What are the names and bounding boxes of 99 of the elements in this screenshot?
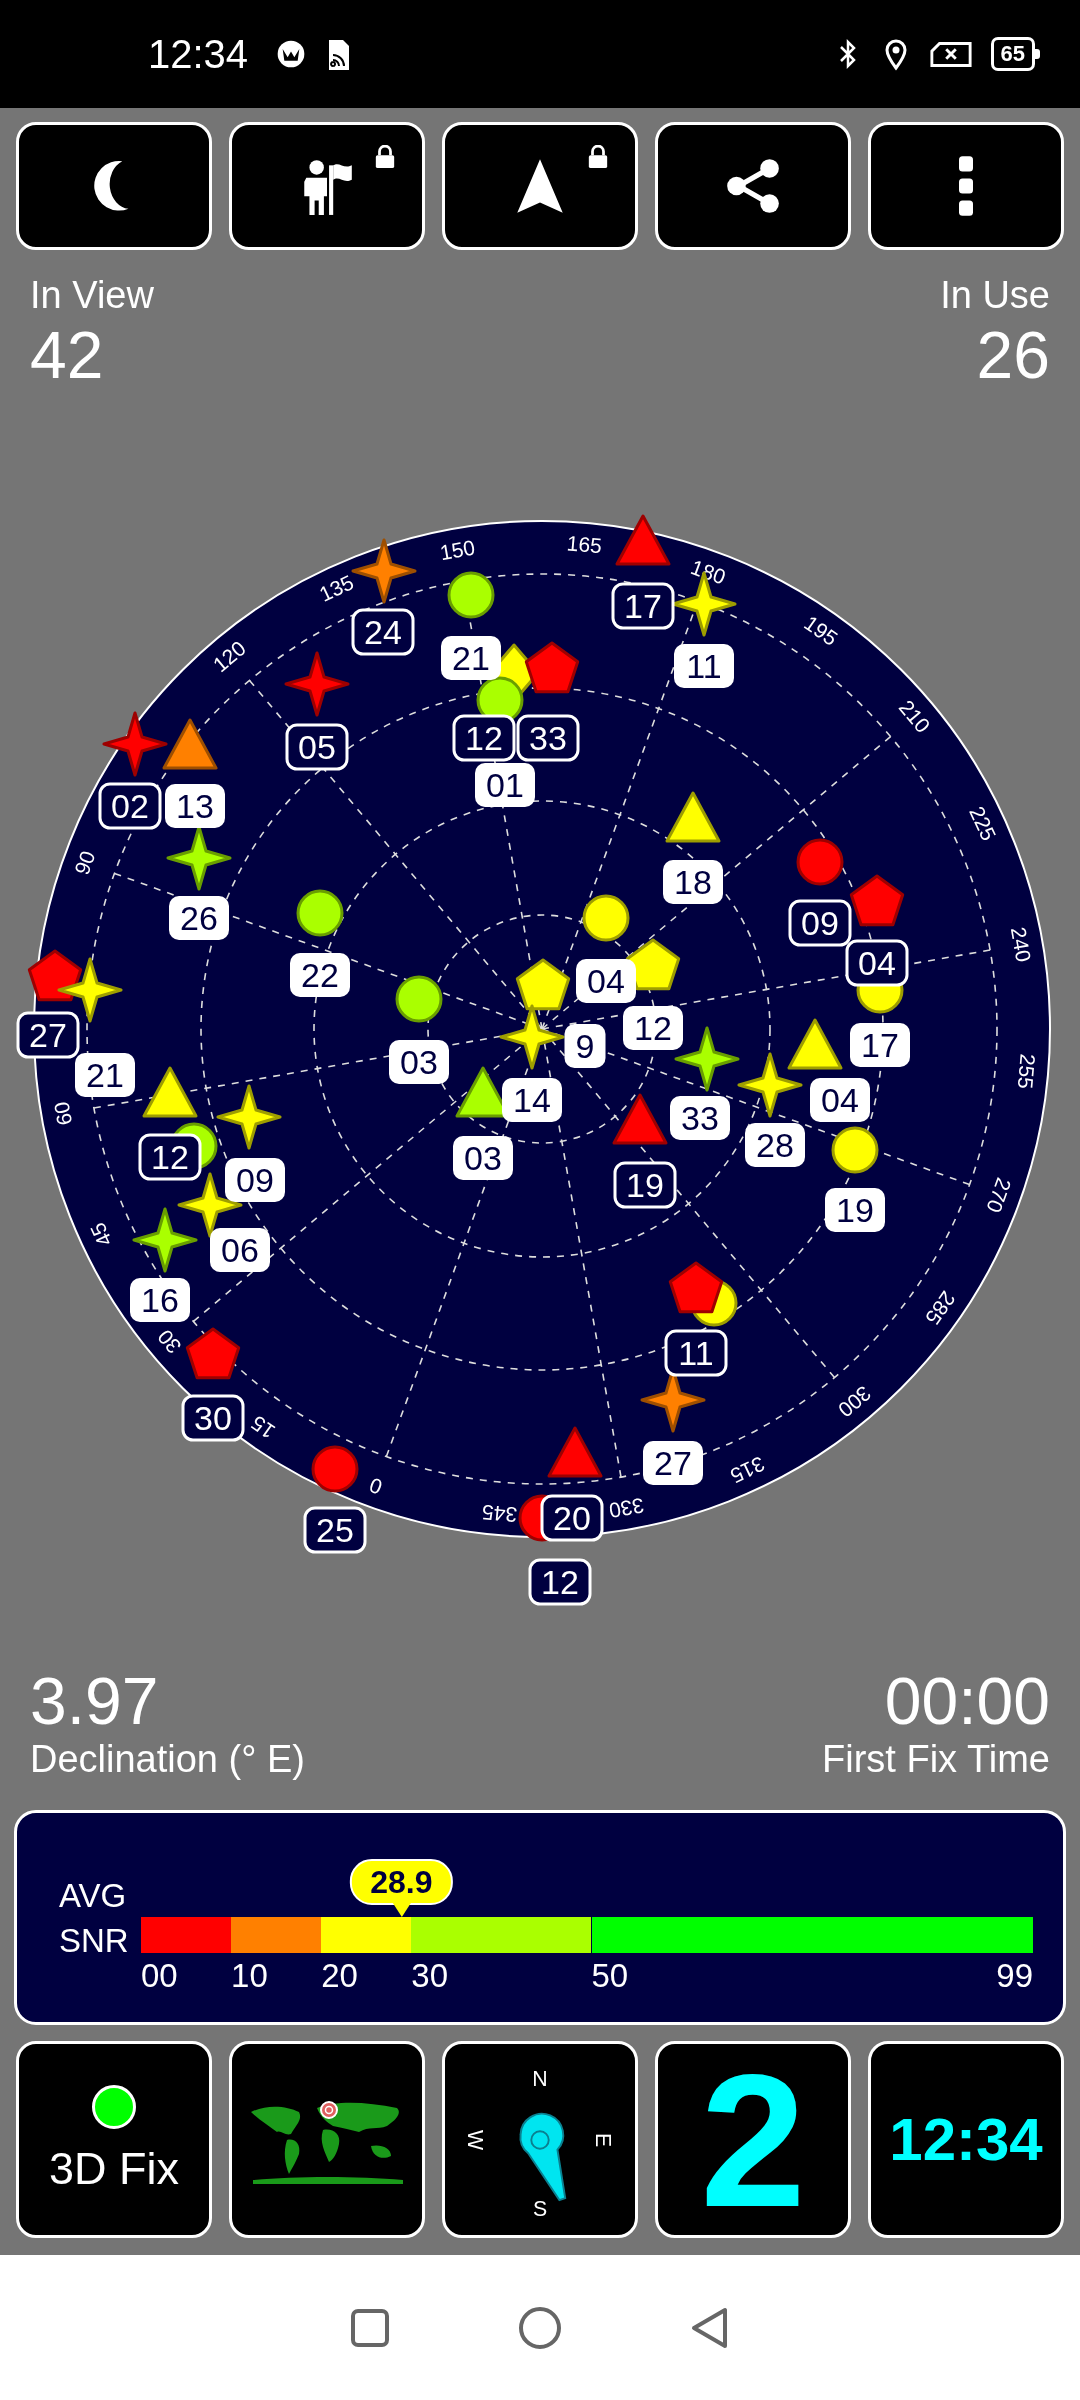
azimuth-label: 345 (481, 1500, 518, 1527)
clock-time: 12:34 (889, 2105, 1043, 2174)
satellite-label: 12 (138, 1133, 202, 1181)
fix-status-tile[interactable]: 3D Fix (16, 2041, 212, 2238)
navigate-button[interactable] (442, 122, 638, 250)
satellite-label: 20 (540, 1494, 604, 1542)
share-button[interactable] (655, 122, 851, 250)
satellite-label: 06 (210, 1228, 270, 1272)
snr-label: SNR (59, 1921, 130, 1961)
satellite-label: 33 (670, 1096, 730, 1140)
azimuth-label: 285 (921, 1287, 960, 1330)
satellite-label: 19 (613, 1161, 677, 1209)
satellite-label: 03 (389, 1040, 449, 1084)
satellite-label: 17 (611, 582, 675, 630)
compass-tile[interactable]: N E S W (442, 2041, 638, 2238)
satellite-label: 21 (75, 1053, 135, 1097)
azimuth-label: 240 (1006, 925, 1036, 964)
azimuth-label: 225 (965, 802, 1001, 845)
satellite-label: 22 (290, 953, 350, 997)
waypoint-button[interactable] (229, 122, 425, 250)
satellite-label: 18 (663, 860, 723, 904)
satellite-label: 09 (788, 899, 852, 947)
snr-value-bubble: 28.9 (350, 1859, 453, 1905)
direction-label: N (532, 2066, 548, 2091)
satellite-label: 05 (285, 723, 349, 771)
clock-tile[interactable]: 12:34 (868, 2041, 1064, 2238)
satellite-label: 28 (745, 1123, 805, 1167)
battery-level: 65 (990, 37, 1035, 71)
satellite-label: 27 (16, 1011, 80, 1059)
satellite-label: 11 (674, 644, 734, 688)
azimuth-label: 195 (800, 611, 842, 650)
number-tile[interactable]: 2 (655, 2041, 851, 2238)
satellite-label: 04 (845, 939, 909, 987)
azimuth-label: 270 (982, 1174, 1016, 1216)
snr-label: AVG (59, 1876, 128, 1916)
satellite-label: 24 (351, 608, 415, 656)
azimuth-label: 60 (49, 1100, 77, 1127)
azimuth-label: 0 (366, 1473, 386, 1499)
satellite-label: 12 (452, 714, 516, 762)
declination-value: 3.97 (30, 1666, 159, 1736)
azimuth-label: 210 (894, 695, 935, 738)
satellite-label: 16 (130, 1278, 190, 1322)
satellite-label: 17 (850, 1023, 910, 1067)
satellite-label: 03 (453, 1136, 513, 1180)
status-time: 12:34 (148, 31, 249, 77)
snr-tick-label: 30 (411, 1957, 448, 1995)
satellite-label: 25 (303, 1506, 367, 1554)
snr-tick-label: 20 (321, 1957, 358, 1995)
azimuth-label: 315 (726, 1452, 769, 1488)
first-fix-time: 00:00 (884, 1666, 1050, 1736)
big-number: 2 (700, 2044, 806, 2235)
snr-tick-label: 99 (996, 1957, 1033, 1995)
direction-label: E (591, 2132, 616, 2147)
azimuth-label: 45 (85, 1219, 117, 1251)
satellite-label: 02 (98, 782, 162, 830)
satellite-label: 14 (502, 1078, 562, 1122)
azimuth-label: 135 (315, 570, 358, 606)
satellite-label: 27 (643, 1441, 703, 1485)
satellite-label: 04 (576, 959, 636, 1003)
declination-label: Declination (° E) (30, 1737, 305, 1782)
battery-tip-icon (1035, 49, 1040, 59)
in-view-label: In View (30, 273, 154, 318)
azimuth-label: 255 (1013, 1052, 1040, 1090)
satellite-label: 33 (516, 714, 580, 762)
more-icon (959, 156, 973, 216)
fix-status-label: 3D Fix (49, 2142, 179, 2195)
azimuth-label: 300 (833, 1381, 876, 1422)
azimuth-label: 165 (565, 531, 603, 558)
snr-tick-label: 10 (231, 1957, 268, 1995)
menu-button[interactable] (868, 122, 1064, 250)
snr-tick-label: 50 (591, 1957, 629, 1995)
satellite-label: 19 (825, 1188, 885, 1232)
compass-needle-icon (519, 2112, 567, 2201)
first-fix-label: First Fix Time (822, 1737, 1050, 1782)
satellite-label: 12 (528, 1558, 592, 1606)
map-tile[interactable] (229, 2041, 425, 2238)
satellite-label: 01 (475, 763, 535, 807)
satellite-label: 12 (623, 1006, 683, 1050)
azimuth-label: 120 (208, 636, 251, 677)
azimuth-label: 15 (246, 1411, 280, 1444)
satellite-label: 09 (225, 1158, 285, 1202)
satellite-label: 13 (165, 784, 225, 828)
satellite-label: 04 (810, 1078, 870, 1122)
satellite-label: 30 (181, 1394, 245, 1442)
satellite-label: 11 (664, 1329, 728, 1377)
direction-label: W (463, 2129, 488, 2150)
azimuth-label: 330 (607, 1493, 646, 1523)
direction-label: S (532, 2196, 548, 2221)
in-use-count: 26 (976, 318, 1050, 392)
snr-tick-label: 00 (141, 1957, 178, 1995)
satellite-label: 21 (441, 636, 501, 680)
satellite-label: 26 (169, 896, 229, 940)
azimuth-label: 150 (438, 535, 477, 565)
satellite-label: 9 (564, 1024, 606, 1068)
azimuth-label: 30 (153, 1325, 186, 1359)
in-view-count: 42 (30, 318, 104, 392)
night-mode-button[interactable] (16, 122, 212, 250)
azimuth-label: 90 (70, 847, 100, 878)
in-use-label: In Use (940, 273, 1050, 318)
